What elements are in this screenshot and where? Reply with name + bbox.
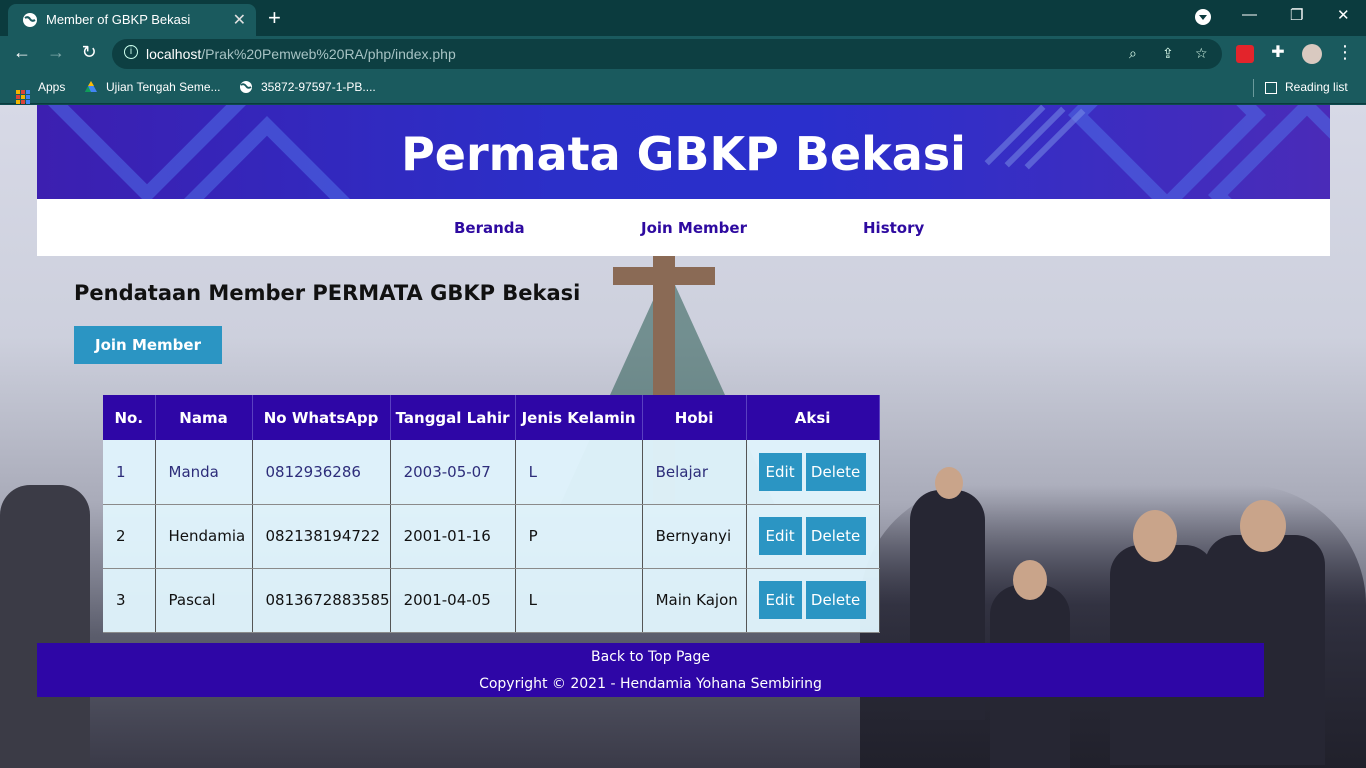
copyright-text: Copyright © 2021 - Hendamia Yohana Sembi… (479, 676, 822, 692)
table-row: 3 Pascal 0813672883585 2001-04-05 L Main… (103, 568, 880, 633)
table-header-row: No. Nama No WhatsApp Tanggal Lahir Jenis… (103, 395, 880, 440)
cell-tanggal-lahir: 2001-04-05 (390, 568, 516, 633)
address-url[interactable]: localhost/Prak%20Pemweb%20RA/php/index.p… (146, 46, 456, 62)
column-header-nama: Nama (155, 395, 253, 440)
profile-avatar[interactable] (1302, 44, 1322, 64)
bookmark-star-icon[interactable]: ☆ (1195, 45, 1208, 62)
cell-aksi: Edit Delete (746, 504, 880, 569)
globe-icon (23, 13, 37, 27)
back-icon[interactable]: ← (10, 42, 34, 63)
cell-no: 3 (103, 568, 156, 633)
reload-icon[interactable]: ↻ (77, 42, 101, 63)
forward-icon[interactable]: → (44, 42, 68, 63)
cell-whatsapp: 0812936286 (252, 440, 391, 505)
column-header-no: No. (103, 395, 156, 440)
column-header-jenis-kelamin: Jenis Kelamin (515, 395, 643, 440)
cell-tanggal-lahir: 2003-05-07 (390, 440, 516, 505)
delete-button[interactable]: Delete (805, 581, 866, 619)
cell-aksi: Edit Delete (746, 568, 880, 633)
share-icon[interactable]: ⇪ (1162, 45, 1174, 62)
reading-list-icon (1265, 82, 1277, 94)
extensions-puzzle-icon[interactable]: ✚ (1266, 42, 1290, 62)
table-row: 1 Manda 0812936286 2003-05-07 L Belajar … (103, 440, 880, 505)
page-title: Pendataan Member PERMATA GBKP Bekasi (74, 281, 581, 305)
reading-list[interactable]: Reading list (1265, 80, 1348, 94)
site-navigation: Beranda Join Member History (37, 199, 1330, 256)
close-window-icon[interactable]: ✕ (1337, 6, 1350, 24)
column-header-tanggal-lahir: Tanggal Lahir (390, 395, 516, 440)
column-header-hobi: Hobi (642, 395, 747, 440)
cell-whatsapp: 082138194722 (252, 504, 391, 569)
back-to-top-link[interactable]: Back to Top Page (37, 649, 1264, 665)
cell-no: 2 (103, 504, 156, 569)
cell-aksi: Edit Delete (746, 440, 880, 505)
site-header: Permata GBKP Bekasi (37, 105, 1330, 199)
extension-icon[interactable] (1236, 45, 1254, 63)
cell-jenis-kelamin: P (515, 504, 643, 569)
delete-button[interactable]: Delete (805, 517, 866, 555)
cell-whatsapp: 0813672883585 (252, 568, 391, 633)
cell-no: 1 (103, 440, 156, 505)
page-viewport: Permata GBKP Bekasi Beranda Join Member … (0, 105, 1366, 768)
bookmarks-bar: Apps Ujian Tengah Seme... 35872-97597-1-… (0, 72, 1366, 104)
column-header-aksi: Aksi (746, 395, 880, 440)
table-row: 2 Hendamia 082138194722 2001-01-16 P Ber… (103, 504, 880, 569)
join-member-button[interactable]: Join Member (74, 326, 222, 364)
address-bar[interactable]: i localhost/Prak%20Pemweb%20RA/php/index… (112, 39, 1222, 69)
zoom-icon[interactable]: ⌕ (1129, 45, 1137, 62)
cell-nama: Manda (155, 440, 253, 505)
cell-hobi: Main Kajon (642, 568, 747, 633)
menu-kebab-icon[interactable]: ⋮ (1333, 42, 1357, 63)
browser-tabbar: Member of GBKP Bekasi ✕ + — ❐ ✕ (0, 0, 1366, 36)
edit-button[interactable]: Edit (758, 452, 802, 491)
cell-hobi: Bernyanyi (642, 504, 747, 569)
edit-button[interactable]: Edit (758, 581, 802, 619)
site-footer: Back to Top Page Copyright © 2021 - Hend… (37, 643, 1264, 697)
new-tab-icon[interactable]: + (268, 5, 281, 31)
drive-icon (85, 81, 97, 92)
bookmarks-divider (1253, 79, 1254, 97)
restore-icon[interactable]: ❐ (1290, 6, 1303, 24)
tab-title: Member of GBKP Bekasi (46, 12, 191, 27)
cell-hobi: Belajar (642, 440, 747, 505)
nav-link-history[interactable]: History (863, 219, 924, 237)
browser-toolbar: ← → ↻ i localhost/Prak%20Pemweb%20RA/php… (0, 36, 1366, 72)
bookmark-ujian[interactable]: Ujian Tengah Seme... (84, 80, 221, 94)
nav-link-beranda[interactable]: Beranda (454, 219, 525, 237)
globe-icon (240, 81, 252, 93)
tab-search-icon[interactable] (1195, 9, 1211, 25)
minimize-icon[interactable]: — (1242, 6, 1257, 23)
cell-jenis-kelamin: L (515, 440, 643, 505)
members-table: No. Nama No WhatsApp Tanggal Lahir Jenis… (103, 395, 880, 633)
column-header-whatsapp: No WhatsApp (252, 395, 391, 440)
site-title: Permata GBKP Bekasi (401, 127, 966, 181)
edit-button[interactable]: Edit (758, 517, 802, 555)
nav-link-join-member[interactable]: Join Member (641, 219, 747, 237)
close-tab-icon[interactable]: ✕ (233, 10, 246, 30)
cell-tanggal-lahir: 2001-01-16 (390, 504, 516, 569)
apps-grid-icon (16, 90, 30, 104)
cell-jenis-kelamin: L (515, 568, 643, 633)
bookmark-apps[interactable]: Apps (16, 80, 65, 104)
cell-nama: Pascal (155, 568, 253, 633)
bookmark-pdf[interactable]: 35872-97597-1-PB.... (239, 80, 376, 94)
delete-button[interactable]: Delete (805, 452, 866, 491)
site-info-icon[interactable]: i (124, 45, 138, 59)
browser-tab[interactable]: Member of GBKP Bekasi ✕ (8, 4, 256, 36)
cell-nama: Hendamia (155, 504, 253, 569)
